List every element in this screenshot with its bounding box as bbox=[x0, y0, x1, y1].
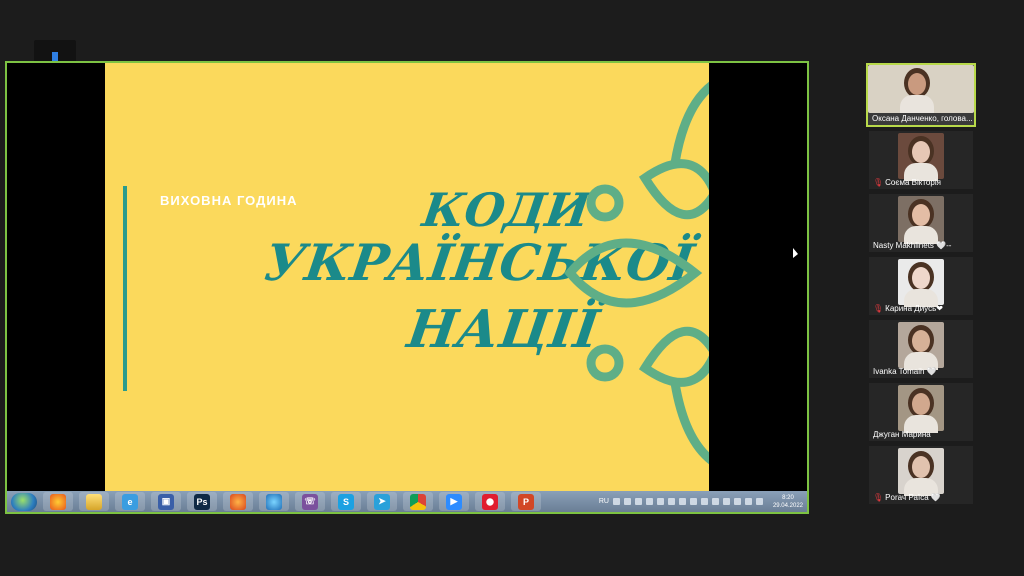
windows-start-icon[interactable] bbox=[11, 492, 37, 511]
firefox-icon[interactable] bbox=[43, 492, 73, 511]
participant-face bbox=[912, 456, 930, 478]
viber-icon-glyph: ☏ bbox=[302, 493, 318, 510]
zoom-icon-glyph: ▶ bbox=[446, 493, 462, 510]
tray-icon[interactable] bbox=[634, 498, 642, 505]
powerpoint-icon-glyph: P bbox=[518, 493, 534, 510]
participant-video bbox=[898, 259, 944, 307]
tray-icon[interactable] bbox=[744, 498, 752, 505]
chrome-icon[interactable] bbox=[403, 492, 433, 511]
telegram-icon-glyph: ➤ bbox=[374, 493, 390, 510]
participant-face bbox=[912, 267, 930, 289]
participant-video bbox=[898, 133, 944, 181]
internet-explorer-icon-glyph: e bbox=[122, 493, 138, 510]
globe-icon[interactable] bbox=[259, 492, 289, 511]
telegram-icon[interactable]: ➤ bbox=[367, 492, 397, 511]
participant-video bbox=[898, 322, 944, 370]
participant-tile[interactable]: Джуган Марина bbox=[869, 383, 973, 441]
clock-time: 8:20 bbox=[782, 494, 794, 501]
internet-explorer-icon[interactable]: e bbox=[115, 492, 145, 511]
presentation-slide: ВИХОВНА ГОДИНА КОДИ УКРАЇНСЬКОЇ НАЦІЇ bbox=[105, 63, 709, 491]
photoshop-icon[interactable]: Ps bbox=[187, 492, 217, 511]
windows-taskbar: e ▣ Ps ☏ S ➤ ▶ P RU 8:20 29.04.2022 bbox=[7, 491, 807, 512]
tray-icon[interactable] bbox=[678, 498, 686, 505]
participant-face bbox=[908, 73, 926, 95]
folder-icon-glyph bbox=[86, 493, 102, 510]
tray-icon[interactable] bbox=[722, 498, 730, 505]
tray-icon[interactable] bbox=[623, 498, 631, 505]
tray-icon[interactable] bbox=[667, 498, 675, 505]
participant-name-text: Poraч Раїса 🤍 bbox=[885, 493, 941, 502]
firefox-icon-glyph bbox=[50, 493, 66, 510]
participant-name-text: Nasty Makhlinets 🤍-- bbox=[873, 241, 952, 250]
system-tray: RU 8:20 29.04.2022 bbox=[599, 491, 803, 512]
participant-tile[interactable]: 🎙 Соєма Вікторія bbox=[869, 131, 973, 189]
participant-video bbox=[898, 448, 944, 496]
zoom-icon[interactable]: ▶ bbox=[439, 492, 469, 511]
globe-icon-glyph bbox=[266, 493, 282, 510]
tray-icon[interactable] bbox=[689, 498, 697, 505]
tray-icon[interactable] bbox=[656, 498, 664, 505]
tray-icon[interactable] bbox=[733, 498, 741, 505]
mic-muted-icon: 🎙 bbox=[873, 493, 884, 502]
skype-icon-glyph: S bbox=[338, 493, 354, 510]
participant-name-text: Соєма Вікторія bbox=[885, 178, 941, 187]
viber-icon[interactable]: ☏ bbox=[295, 492, 325, 511]
save-icon-glyph: ▣ bbox=[158, 493, 174, 510]
tray-icon[interactable] bbox=[755, 498, 763, 505]
participant-name: Джуган Марина bbox=[869, 430, 973, 439]
participant-tile[interactable]: Ivanka Tomaih 🤍 bbox=[869, 320, 973, 378]
opera-icon-glyph bbox=[482, 493, 498, 510]
participant-video bbox=[868, 65, 974, 113]
participant-name-text: Джуган Марина bbox=[873, 430, 931, 439]
participant-video bbox=[898, 196, 944, 244]
mouse-cursor-icon bbox=[793, 248, 798, 258]
slide-ornament-decoration bbox=[564, 81, 709, 465]
folder-icon[interactable] bbox=[79, 492, 109, 511]
save-icon[interactable]: ▣ bbox=[151, 492, 181, 511]
participant-name: 🎙 Карина Диусь❤ bbox=[869, 304, 973, 313]
participant-name: 🎙 Соєма Вікторія bbox=[869, 178, 973, 187]
participant-name: Ivanka Tomaih 🤍 bbox=[869, 367, 973, 376]
participant-body bbox=[900, 95, 934, 113]
chrome-icon-glyph bbox=[410, 493, 426, 510]
slide-accent-bar bbox=[123, 186, 127, 391]
tray-icon[interactable] bbox=[700, 498, 708, 505]
tray-icon[interactable] bbox=[711, 498, 719, 505]
powerpoint-icon[interactable]: P bbox=[511, 492, 541, 511]
clock-date: 29.04.2022 bbox=[772, 502, 803, 509]
participant-name-text: Ivanka Tomaih 🤍 bbox=[873, 367, 937, 376]
participant-video bbox=[898, 385, 944, 433]
participant-name-text: Карина Диусь❤ bbox=[885, 304, 943, 313]
flame-icon[interactable] bbox=[223, 492, 253, 511]
participant-name: Nasty Makhlinets 🤍-- bbox=[869, 241, 973, 250]
participant-name: Оксана Данченко, голова... bbox=[868, 114, 974, 123]
participant-tile[interactable]: Nasty Makhlinets 🤍-- bbox=[869, 194, 973, 252]
mic-muted-icon: 🎙 bbox=[873, 178, 884, 187]
participant-name: 🎙 Poraч Раїса 🤍 bbox=[869, 493, 973, 502]
participant-face bbox=[912, 204, 930, 226]
participant-tile[interactable]: 🎙 Карина Диусь❤ bbox=[869, 257, 973, 315]
participant-name-text: Оксана Данченко, голова... bbox=[872, 114, 973, 123]
tray-icon[interactable] bbox=[612, 498, 620, 505]
skype-icon[interactable]: S bbox=[331, 492, 361, 511]
language-indicator[interactable]: RU bbox=[599, 498, 609, 505]
mic-muted-icon: 🎙 bbox=[873, 304, 884, 313]
participant-face bbox=[912, 393, 930, 415]
photoshop-icon-glyph: Ps bbox=[194, 493, 210, 510]
tray-icon[interactable] bbox=[645, 498, 653, 505]
opera-icon[interactable] bbox=[475, 492, 505, 511]
taskbar-clock[interactable]: 8:20 29.04.2022 bbox=[773, 494, 803, 510]
shared-screen[interactable]: ВИХОВНА ГОДИНА КОДИ УКРАЇНСЬКОЇ НАЦІЇ e ▣… bbox=[5, 61, 809, 514]
participant-face bbox=[912, 141, 930, 163]
slide-subtitle: ВИХОВНА ГОДИНА bbox=[160, 193, 298, 208]
participant-tile[interactable]: 🎙 Poraч Раїса 🤍 bbox=[869, 446, 973, 504]
participant-face bbox=[912, 330, 930, 352]
participant-tile[interactable]: Оксана Данченко, голова... bbox=[866, 63, 976, 127]
flame-icon-glyph bbox=[230, 493, 246, 510]
